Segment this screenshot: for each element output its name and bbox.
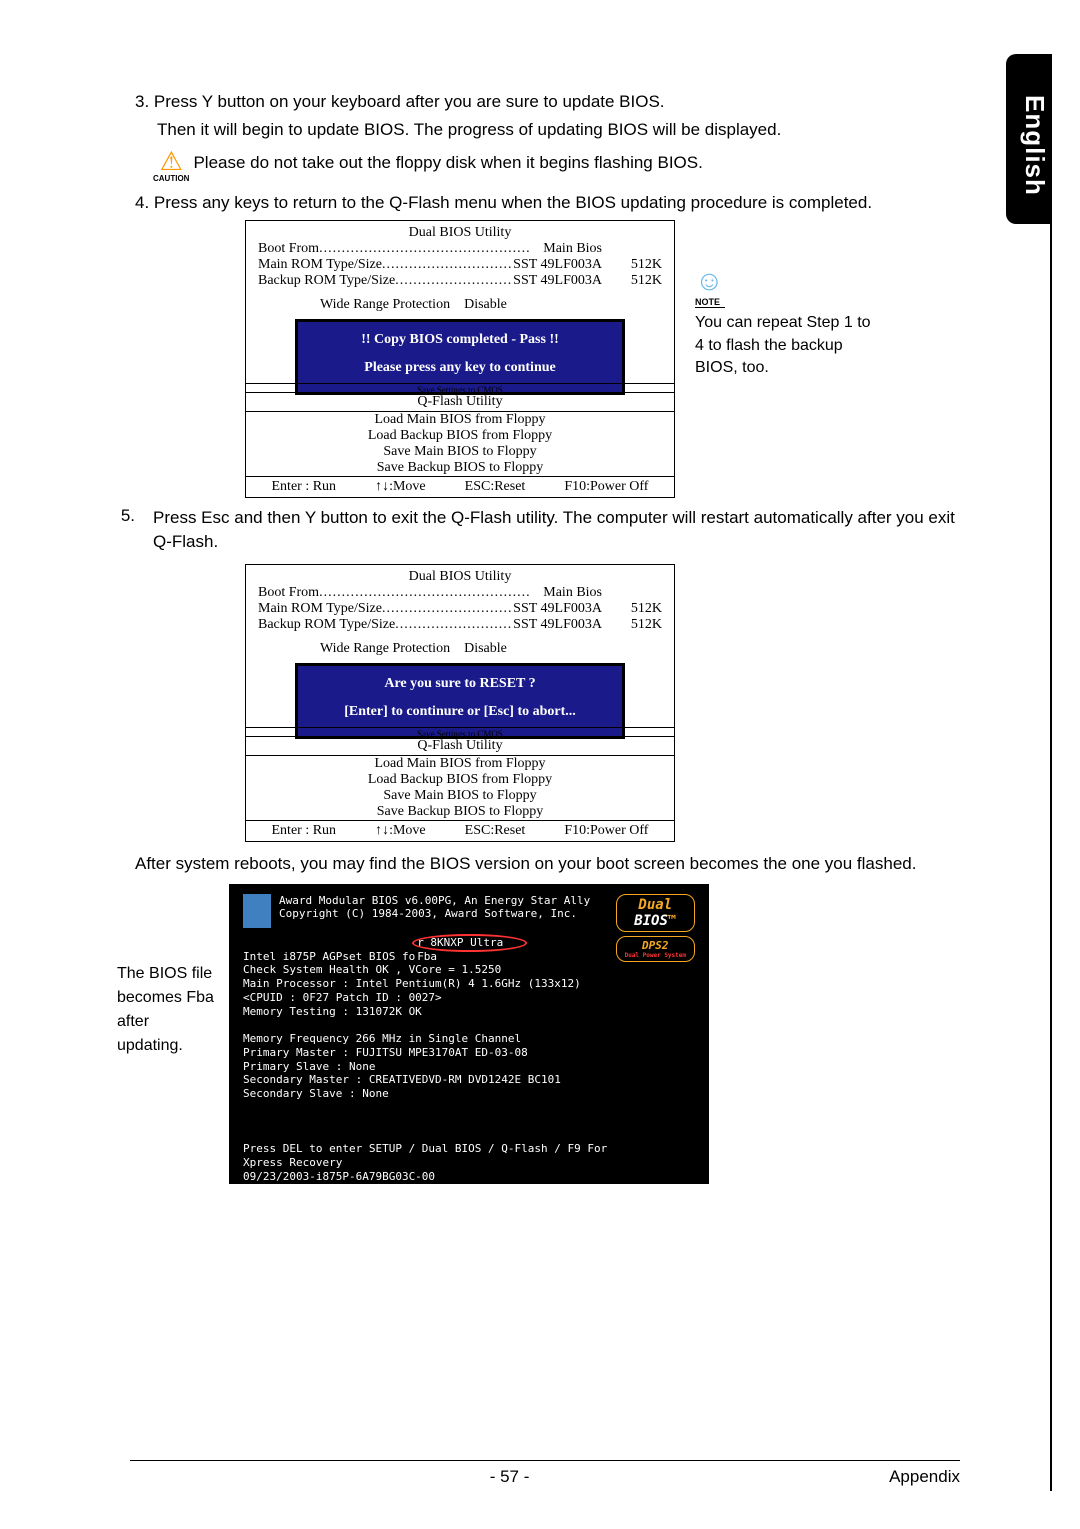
boot-logos: DualBIOS™ DPS2Dual Power System (616, 894, 695, 966)
step-3-line-1: 3. Press Y button on your keyboard after… (135, 90, 970, 114)
bios-title: Dual BIOS Utility (258, 225, 662, 241)
award-icon (243, 894, 271, 928)
language-tab: English (1006, 54, 1050, 224)
keybar: Enter : Run ↑↓:Move ESC:Reset F10:Power … (246, 476, 674, 497)
page-number: - 57 - (490, 1467, 530, 1487)
page-footer: - 57 - Appendix (130, 1460, 960, 1487)
note-icon: ☺ (695, 265, 875, 297)
boot-result-label: The BIOS file becomes Fba after updating… (5, 884, 217, 1184)
fba-highlight: r 8KNXP Ultra Fba (412, 934, 527, 952)
step-5-num: 5. (105, 506, 135, 558)
bios-utility-box-2: Dual BIOS Utility Boot From.............… (245, 564, 675, 842)
step-4: 4. Press any keys to return to the Q-Fla… (135, 191, 970, 215)
bios-utility-box-1: Dual BIOS Utility Boot From.............… (245, 220, 675, 498)
result-text: After system reboots, you may find the B… (135, 854, 1070, 874)
qflash-item: Save Main BIOS to Floppy (246, 444, 674, 460)
qflash-item: Load Backup BIOS from Floppy (246, 428, 674, 444)
qflash-item: Load Main BIOS from Floppy (246, 412, 674, 428)
note-label: NOTE (695, 297, 725, 308)
qflash-item: Save Backup BIOS to Floppy (246, 460, 674, 476)
caution-icon: ⚠ CAUTION (153, 148, 189, 183)
note-text: You can repeat Step 1 to 4 to flash the … (695, 312, 875, 379)
boot-screen: Award Modular BIOS v6.00PG, An Energy St… (229, 884, 709, 1184)
caution-text: Please do not take out the floppy disk w… (193, 151, 702, 175)
overlay-clip: Save Settings to CMOS (246, 383, 674, 393)
qflash-title: Q-Flash Utility (246, 393, 674, 412)
step-5: Press Esc and then Y button to exit the … (153, 506, 970, 554)
step-3-line-2: Then it will begin to update BIOS. The p… (157, 118, 970, 142)
section-name: Appendix (889, 1467, 960, 1487)
